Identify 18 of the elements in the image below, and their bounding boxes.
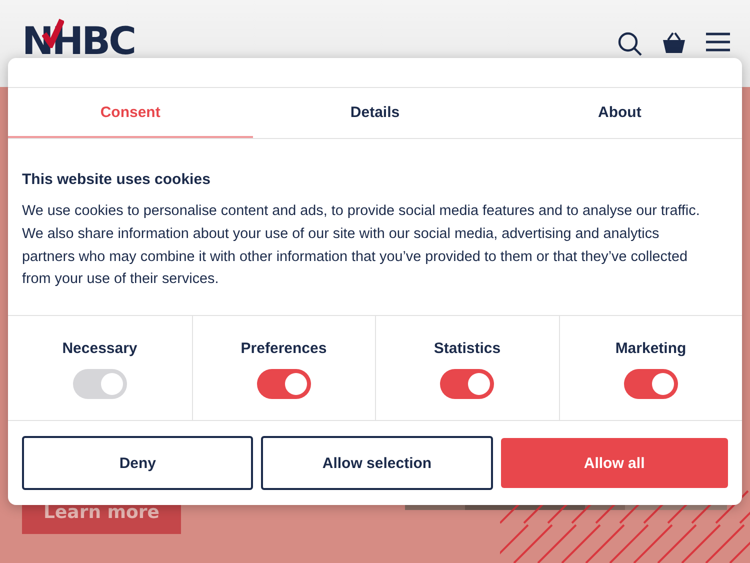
toggle-switch[interactable] — [624, 369, 678, 400]
tab[interactable]: About — [497, 88, 742, 138]
category-label: Statistics — [434, 340, 501, 358]
category-label: Marketing — [615, 340, 686, 358]
tab[interactable]: Consent — [8, 88, 253, 138]
toggle-switch[interactable] — [440, 369, 494, 400]
tab[interactable]: Details — [252, 88, 498, 138]
basket-icon[interactable] — [662, 32, 686, 54]
search-icon[interactable] — [618, 32, 642, 56]
dialog-title: This website uses cookies — [22, 171, 212, 188]
outline-button[interactable]: Deny — [22, 436, 254, 490]
category-label: Necessary — [62, 340, 138, 358]
dialog-text: We use cookies to personalise content and ads, to provide social media features and to analyse our traffic. We also share information about your use of our site with our social media, advertising and analytics partners who may combine it with other information that you’ve provided to them or that they’ve collected from your use of their services. — [22, 202, 701, 290]
category-label: Preferences — [240, 340, 327, 358]
outline-button[interactable]: Allow selection — [261, 436, 493, 490]
toggle-switch[interactable] — [256, 369, 311, 400]
primary-button[interactable]: Allow all — [500, 438, 728, 488]
menu-icon[interactable] — [706, 32, 730, 52]
